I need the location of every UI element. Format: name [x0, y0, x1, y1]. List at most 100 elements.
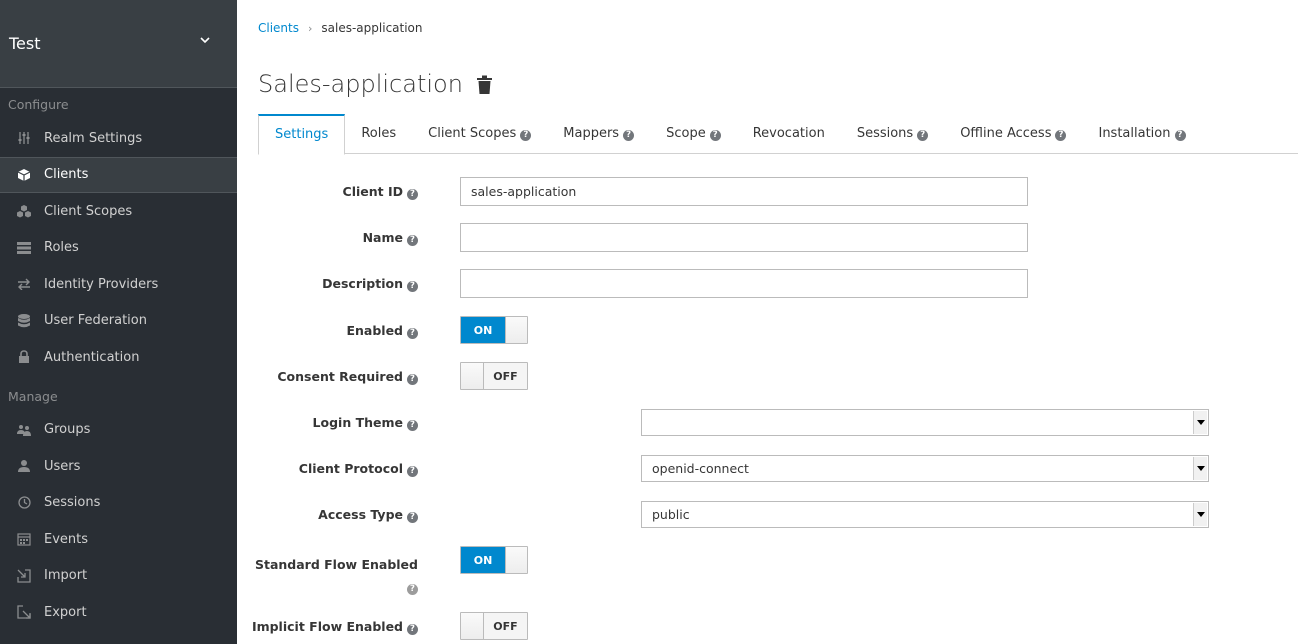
implicit-flow-toggle[interactable]: OFF [460, 612, 528, 640]
tab-settings[interactable]: Settings [258, 114, 346, 155]
sidebar-item-identity-providers[interactable]: Identity Providers [0, 266, 237, 303]
sidebar-item-roles[interactable]: Roles [0, 230, 237, 267]
enabled-toggle[interactable]: ON [460, 316, 528, 344]
sidebar-item-users[interactable]: Users [0, 448, 237, 485]
sidebar-item-label: Events [44, 531, 89, 547]
sidebar-item-label: Clients [44, 167, 89, 183]
help-icon[interactable]: ? [407, 374, 418, 385]
sidebar-item-sessions[interactable]: Sessions [0, 485, 237, 522]
toggle-off-label: OFF [484, 613, 527, 639]
sidebar-item-clients[interactable]: Clients [0, 156, 237, 193]
form-row-name: Name? [237, 223, 1037, 252]
page-title: Sales-application [258, 70, 492, 98]
help-icon[interactable]: ? [1055, 130, 1067, 141]
access-type-label: Access Type? [218, 507, 418, 523]
client-tabs: Settings Roles Client Scopes? Mappers? S… [258, 114, 1298, 155]
form-row-enabled: Enabled? ON [237, 316, 1037, 344]
toggle-handle [461, 613, 484, 639]
breadcrumb: Clients › sales-application [258, 21, 423, 35]
sidebar-item-label: Authentication [44, 349, 140, 365]
client-id-label: Client ID? [218, 184, 418, 200]
toggle-handle [505, 317, 527, 343]
help-icon[interactable]: ? [623, 130, 635, 141]
sidebar-item-label: Sessions [44, 495, 101, 511]
sidebar-item-export[interactable]: Export [0, 594, 237, 631]
consent-required-label: Consent Required? [218, 369, 418, 385]
access-type-select[interactable]: public [641, 501, 1209, 528]
help-icon[interactable]: ? [520, 130, 532, 141]
tab-sessions[interactable]: Sessions? [841, 114, 944, 154]
help-icon[interactable]: ? [407, 466, 418, 477]
toggle-off-label: OFF [484, 363, 527, 389]
toggle-handle [461, 363, 484, 389]
form-row-implicit-flow: Implicit Flow Enabled? OFF [237, 612, 1037, 640]
form-row-consent-required: Consent Required? OFF [237, 362, 1037, 390]
help-icon[interactable]: ? [709, 130, 721, 141]
client-id-input[interactable] [460, 177, 1028, 206]
sidebar-item-events[interactable]: Events [0, 521, 237, 558]
sidebar-item-import[interactable]: Import [0, 558, 237, 595]
help-icon[interactable]: ? [407, 281, 418, 292]
export-icon [16, 604, 32, 620]
caret-down-icon [1193, 457, 1207, 480]
toggle-handle [505, 547, 527, 573]
form-row-standard-flow: Standard Flow Enabled? ON [237, 546, 1037, 595]
tab-mappers[interactable]: Mappers? [547, 114, 650, 154]
tab-scope[interactable]: Scope? [650, 114, 737, 154]
select-value: openid-connect [652, 461, 749, 476]
help-icon[interactable]: ? [407, 235, 418, 246]
tab-installation[interactable]: Installation? [1082, 114, 1201, 154]
sidebar-item-realm-settings[interactable]: Realm Settings [0, 120, 237, 157]
help-icon[interactable]: ? [407, 584, 418, 595]
form-row-access-type: Access Type? public [237, 501, 1209, 529]
tab-client-scopes[interactable]: Client Scopes? [412, 114, 547, 154]
consent-required-toggle[interactable]: OFF [460, 362, 528, 390]
sidebar-item-client-scopes[interactable]: Client Scopes [0, 193, 237, 230]
standard-flow-label: Standard Flow Enabled? [254, 557, 418, 595]
tab-revocation[interactable]: Revocation [737, 114, 841, 154]
page-title-text: Sales-application [258, 70, 463, 98]
help-icon[interactable]: ? [917, 130, 929, 141]
description-input[interactable] [460, 269, 1028, 298]
implicit-flow-label: Implicit Flow Enabled? [218, 619, 418, 635]
database-icon [16, 313, 32, 329]
users-icon [16, 422, 32, 438]
tab-offline-access[interactable]: Offline Access? [944, 114, 1082, 154]
breadcrumb-clients-link[interactable]: Clients [258, 21, 299, 35]
help-icon[interactable]: ? [407, 328, 418, 339]
select-value: public [652, 507, 690, 522]
client-protocol-label: Client Protocol? [218, 461, 418, 477]
clock-icon [16, 495, 32, 511]
help-icon[interactable]: ? [407, 189, 418, 200]
client-protocol-select[interactable]: openid-connect [641, 455, 1209, 482]
list-icon [16, 240, 32, 256]
toggle-on-label: ON [461, 317, 505, 343]
chevron-down-icon [200, 37, 210, 44]
realm-selector[interactable]: Test [0, 0, 237, 88]
lock-icon [16, 349, 32, 365]
sidebar-item-label: Realm Settings [44, 130, 143, 146]
name-input[interactable] [460, 223, 1028, 252]
sidebar-item-label: Identity Providers [44, 276, 159, 292]
tab-roles[interactable]: Roles [345, 114, 412, 154]
toggle-on-label: ON [461, 547, 505, 573]
sidebar-item-authentication[interactable]: Authentication [0, 339, 237, 376]
sidebar-item-groups[interactable]: Groups [0, 412, 237, 449]
sliders-icon [16, 130, 32, 146]
help-icon[interactable]: ? [1174, 130, 1186, 141]
sidebar-item-user-federation[interactable]: User Federation [0, 303, 237, 340]
cubes-icon [16, 203, 32, 219]
help-icon[interactable]: ? [407, 420, 418, 431]
cube-icon [16, 167, 32, 183]
login-theme-select[interactable] [641, 409, 1209, 436]
trash-icon[interactable] [476, 75, 492, 94]
import-icon [16, 568, 32, 584]
standard-flow-toggle[interactable]: ON [460, 546, 528, 574]
sidebar-item-label: Import [44, 568, 88, 584]
sidebar-item-label: Client Scopes [44, 203, 133, 219]
calendar-icon [16, 531, 32, 547]
user-icon [16, 458, 32, 474]
help-icon[interactable]: ? [407, 624, 418, 635]
help-icon[interactable]: ? [407, 512, 418, 523]
sidebar-item-label: Groups [44, 422, 91, 438]
